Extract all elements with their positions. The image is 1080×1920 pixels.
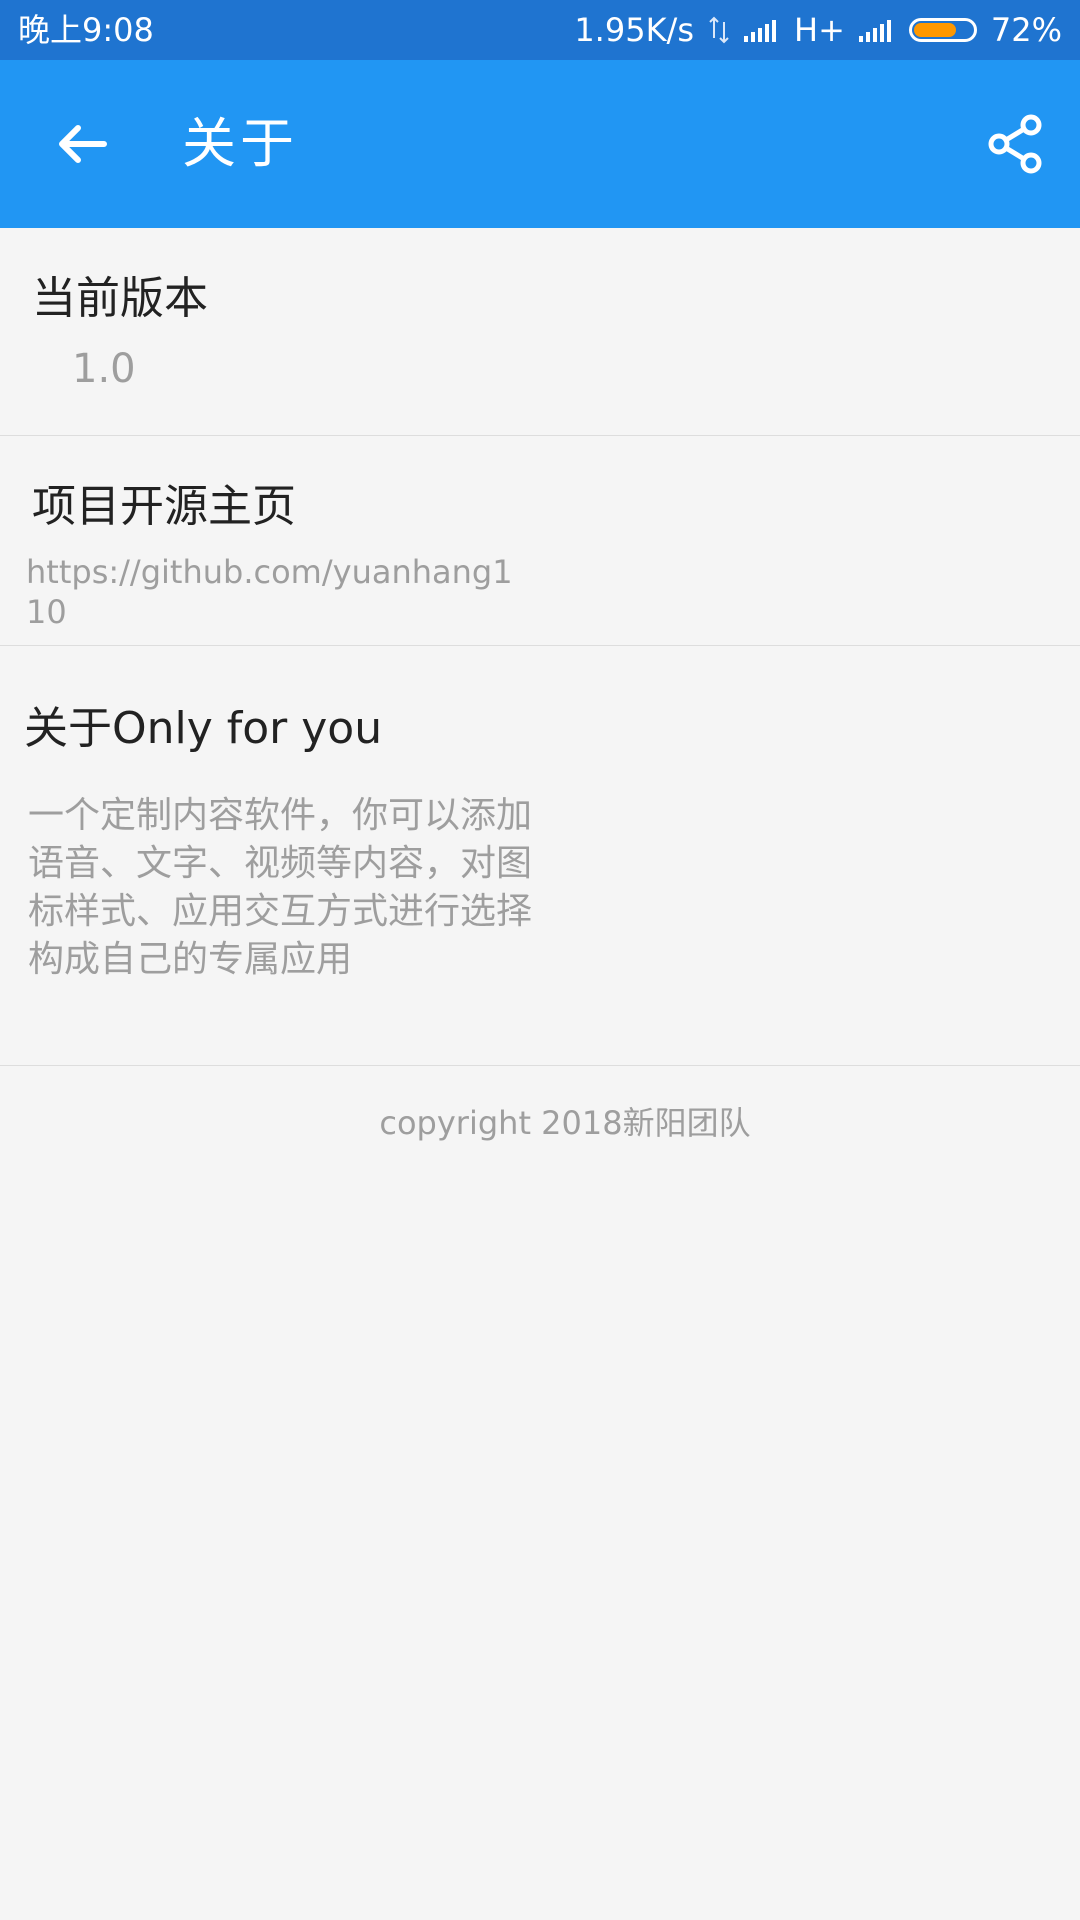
github-url-line-1: https://github.com/yuanhang1 (26, 553, 513, 591)
github-section[interactable]: 项目开源主页 https://github.com/yuanhang1 10 (0, 436, 1080, 646)
about-line-2: 语音、文字、视频等内容，对图 (28, 843, 533, 884)
app-bar: 关于 (0, 60, 1080, 228)
about-line-4: 构成自己的专属应用 (28, 939, 353, 980)
signal-icon (858, 20, 891, 42)
about-section: 关于Only for you 一个定制内容软件，你可以添加 语音、文字、视频等内… (0, 646, 1080, 1066)
about-line-3: 标样式、应用交互方式进行选择 (28, 891, 533, 932)
version-section: 当前版本 1.0 (0, 228, 1080, 436)
version-title: 当前版本 (32, 273, 208, 324)
share-button[interactable] (974, 102, 1058, 186)
battery-icon (908, 18, 977, 42)
about-description: 一个定制内容软件，你可以添加 语音、文字、视频等内容，对图 标样式、应用交互方式… (28, 792, 532, 984)
github-title: 项目开源主页 (32, 481, 296, 532)
github-url[interactable]: https://github.com/yuanhang1 10 (26, 552, 513, 632)
arrow-left-icon (59, 125, 107, 163)
back-button[interactable] (40, 102, 124, 186)
github-url-line-2: 10 (26, 593, 67, 631)
about-title: 关于Only for you (24, 703, 383, 754)
status-bar: 晚上9:08 1.95K/s H+ 72% (0, 0, 1080, 60)
battery-percentage: 72% (990, 11, 1062, 49)
network-type: H+ (794, 11, 845, 49)
battery-fill (913, 23, 956, 37)
status-right: 1.95K/s H+ 72% (574, 10, 1062, 50)
version-value: 1.0 (72, 346, 136, 392)
data-transfer-icon (709, 16, 729, 44)
page-title: 关于 (182, 112, 298, 175)
about-line-1: 一个定制内容软件，你可以添加 (28, 795, 533, 836)
network-speed: 1.95K/s (574, 11, 694, 49)
status-time: 晚上9:08 (18, 11, 154, 49)
share-icon (988, 114, 1042, 174)
copyright-text: copyright 2018新阳团队 (379, 1104, 751, 1142)
signal-icon (744, 20, 776, 42)
